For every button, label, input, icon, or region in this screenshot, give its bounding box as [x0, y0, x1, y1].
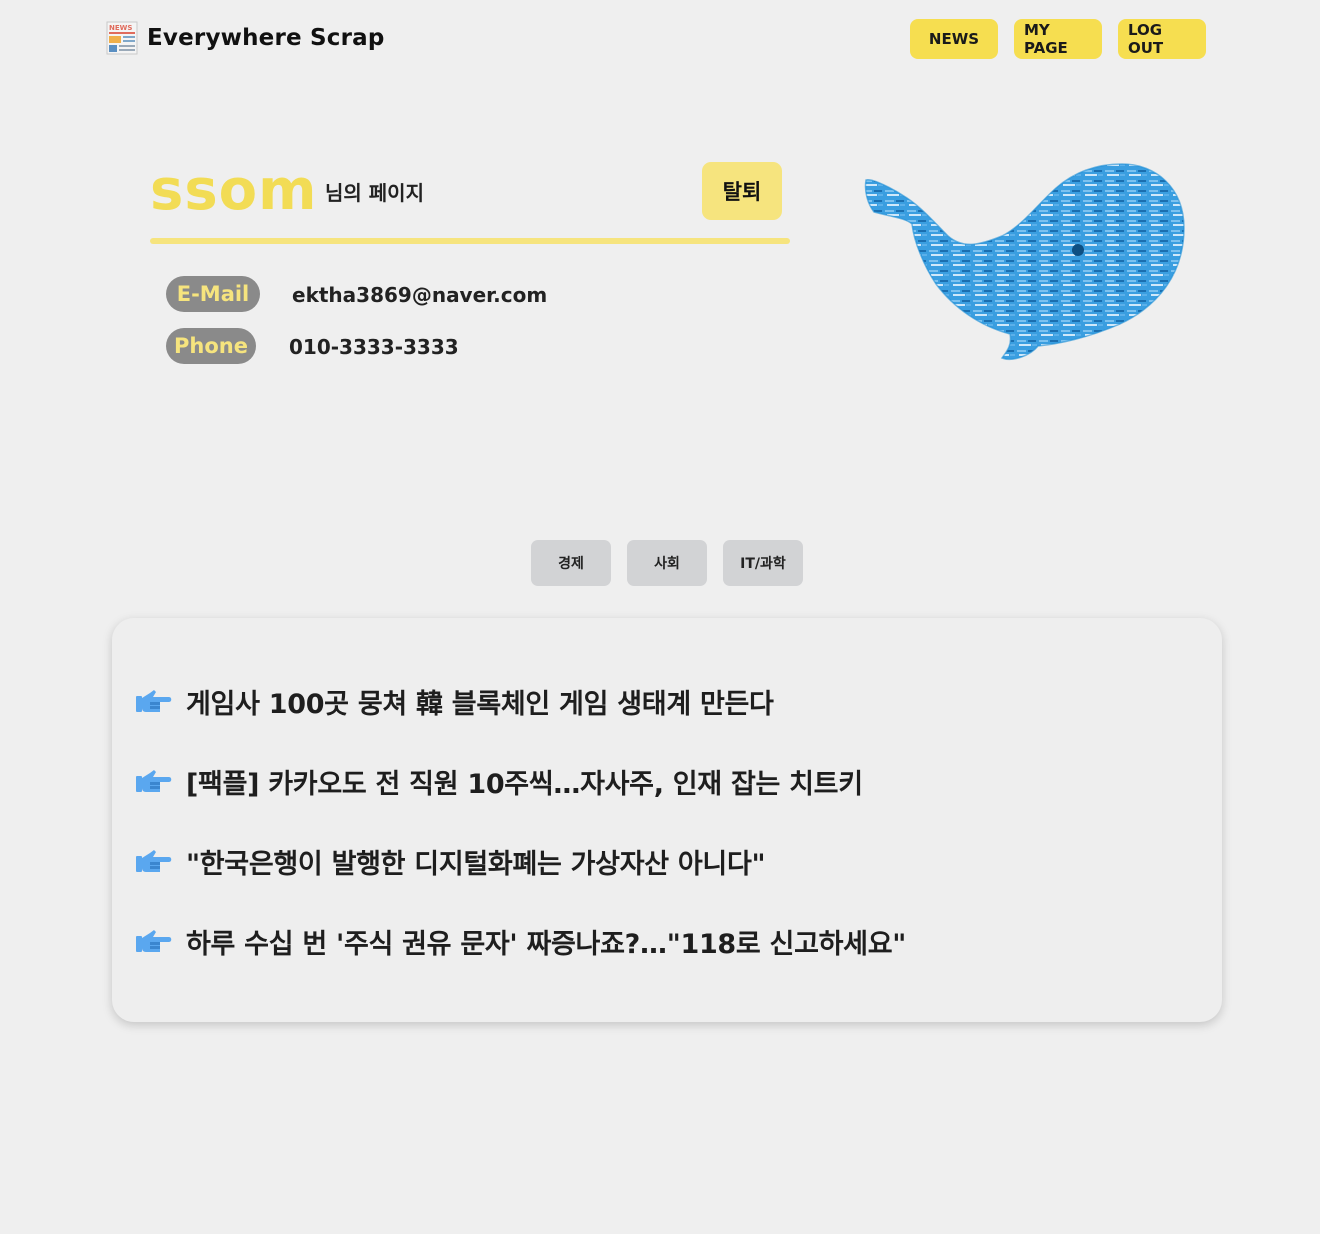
- scrapped-news-list: 게임사 100곳 뭉쳐 韓 블록체인 게임 생태계 만든다 [팩플] 카카오도 …: [112, 618, 1222, 1022]
- top-nav: NEWS MY PAGE LOG OUT: [910, 19, 1206, 59]
- pointing-hand-icon: [136, 689, 172, 712]
- my-page-button[interactable]: MY PAGE: [1014, 19, 1102, 59]
- news-button[interactable]: NEWS: [910, 19, 998, 59]
- category-tabs: 경제 사회 IT/과학: [531, 540, 803, 586]
- withdraw-button[interactable]: 탈퇴: [702, 162, 782, 220]
- profile-divider: [150, 238, 790, 244]
- logo[interactable]: NEWS Everywhere Scrap: [106, 21, 385, 55]
- profile-username: ssom: [150, 158, 318, 223]
- app-title: Everywhere Scrap: [147, 25, 385, 51]
- pointing-hand-icon: [136, 849, 172, 872]
- top-header: NEWS Everywhere Scrap NEWS MY PAGE LOG O…: [0, 0, 1320, 80]
- pointing-hand-icon: [136, 929, 172, 952]
- tab-economy[interactable]: 경제: [531, 540, 611, 586]
- news-item[interactable]: 게임사 100곳 뭉쳐 韓 블록체인 게임 생태계 만든다: [136, 682, 774, 721]
- log-out-button[interactable]: LOG OUT: [1118, 19, 1206, 59]
- svg-text:NEWS: NEWS: [109, 24, 132, 32]
- news-title[interactable]: 게임사 100곳 뭉쳐 韓 블록체인 게임 생태계 만든다: [186, 682, 774, 721]
- news-item[interactable]: [팩플] 카카오도 전 직원 10주씩…자사주, 인재 잡는 치트키: [136, 762, 863, 801]
- news-title[interactable]: 하루 수십 번 '주식 권유 문자' 짜증나죠?…"118로 신고하세요": [186, 922, 906, 961]
- phone-label: Phone: [166, 328, 256, 364]
- whale-word-cloud-image: [864, 163, 1185, 360]
- email-value: ektha3869@naver.com: [292, 283, 548, 307]
- profile-page-suffix: 님의 페이지: [325, 181, 424, 205]
- news-item[interactable]: 하루 수십 번 '주식 권유 문자' 짜증나죠?…"118로 신고하세요": [136, 922, 906, 961]
- tab-society[interactable]: 사회: [627, 540, 707, 586]
- tab-it-science[interactable]: IT/과학: [723, 540, 803, 586]
- news-title[interactable]: [팩플] 카카오도 전 직원 10주씩…자사주, 인재 잡는 치트키: [186, 762, 863, 801]
- phone-value: 010-3333-3333: [289, 335, 459, 359]
- pointing-hand-icon: [136, 769, 172, 792]
- email-label: E-Mail: [166, 276, 260, 312]
- news-item[interactable]: "한국은행이 발행한 디지털화폐는 가상자산 아니다": [136, 842, 766, 881]
- news-title[interactable]: "한국은행이 발행한 디지털화폐는 가상자산 아니다": [186, 842, 766, 881]
- newspaper-icon: NEWS: [106, 21, 138, 55]
